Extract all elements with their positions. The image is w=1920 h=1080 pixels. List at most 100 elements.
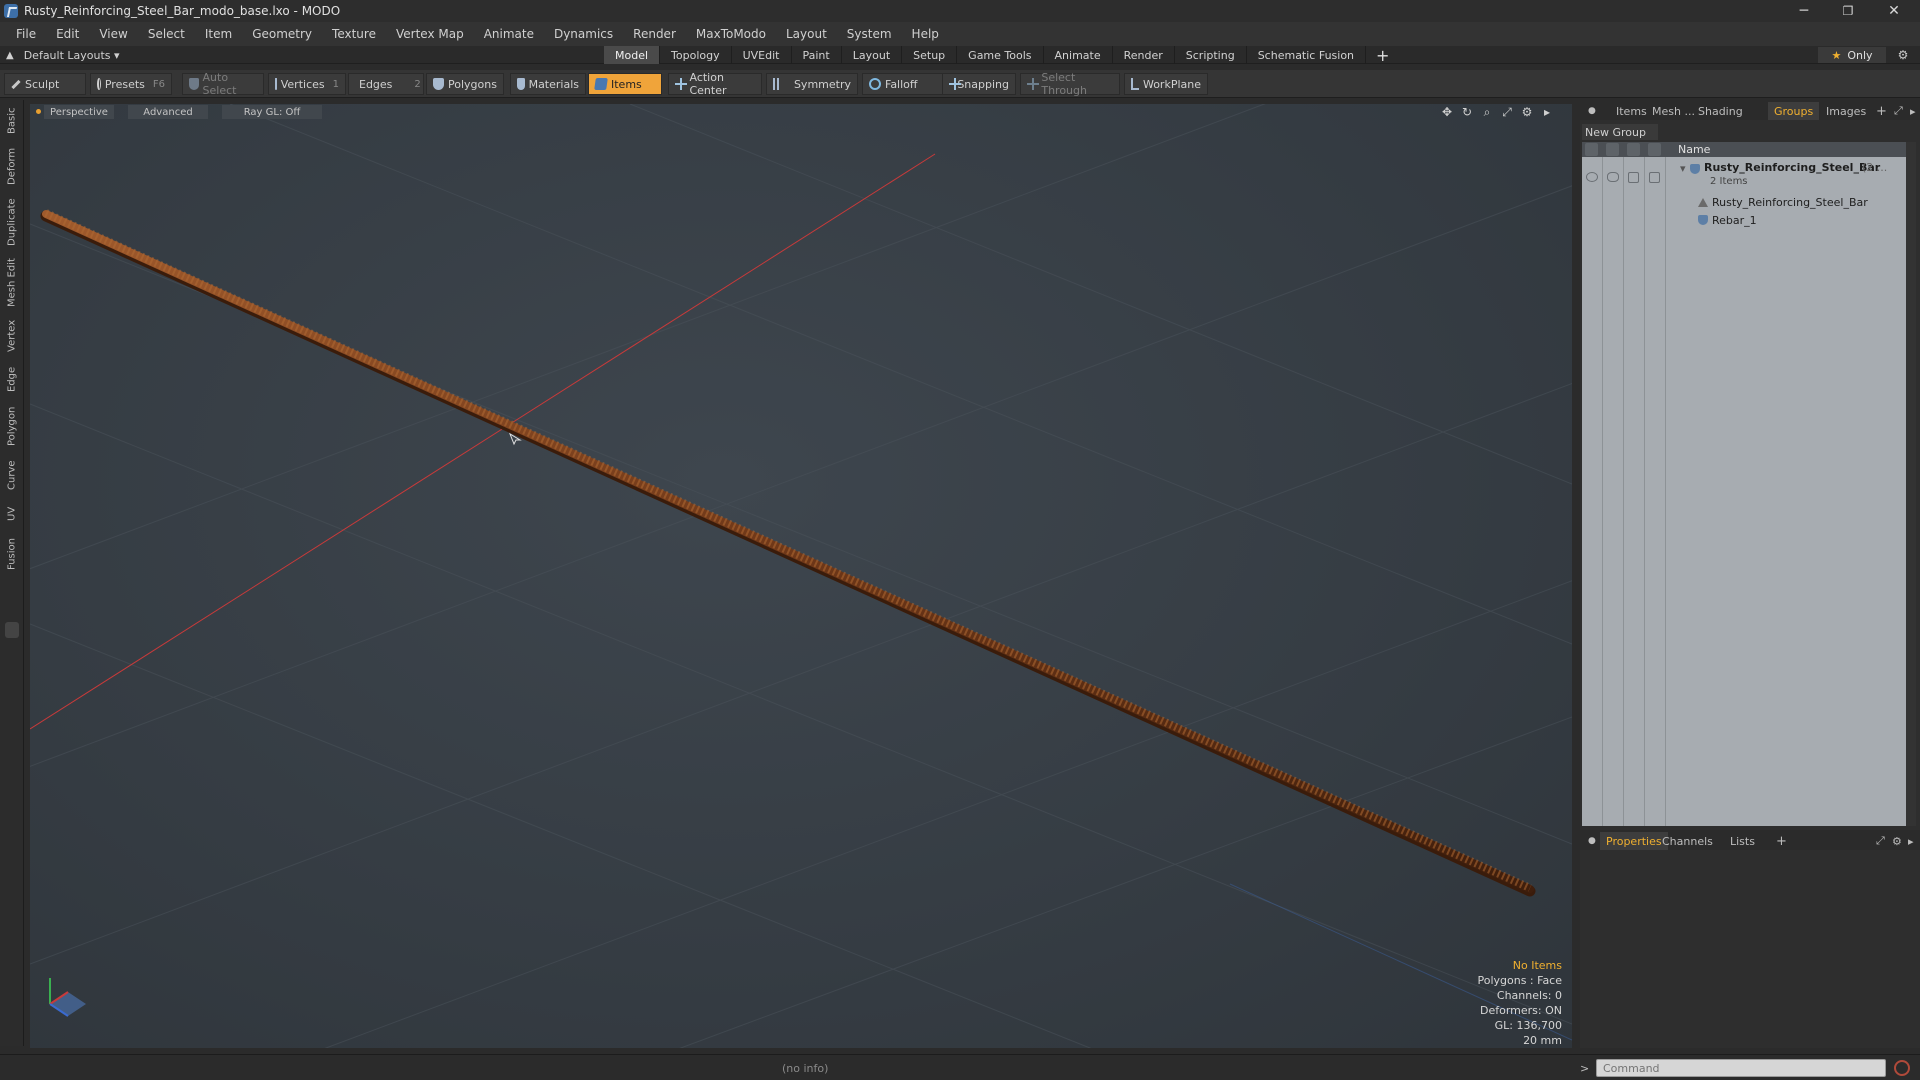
rebar-mesh[interactable] bbox=[40, 209, 1536, 897]
vertices-button[interactable]: Vertices 1 bbox=[268, 73, 346, 95]
tab-channels[interactable]: Channels bbox=[1662, 832, 1713, 850]
polygons-button[interactable]: Polygons bbox=[426, 73, 504, 95]
default-layouts-dropdown[interactable]: Default Layouts ▾ bbox=[24, 49, 120, 62]
menu-layout[interactable]: Layout bbox=[776, 27, 837, 41]
collapse-arrow-icon[interactable]: ▾ bbox=[1680, 162, 1686, 175]
vtab-uv[interactable]: UV bbox=[3, 500, 21, 528]
zoom-icon[interactable]: ⌕ bbox=[1480, 105, 1494, 119]
tab-game-tools[interactable]: Game Tools bbox=[957, 46, 1044, 64]
vtab-basic[interactable]: Basic bbox=[3, 104, 21, 138]
vtab-fusion[interactable]: Fusion bbox=[3, 534, 21, 574]
strip-toggle-button[interactable] bbox=[5, 622, 19, 638]
select-through-button[interactable]: Select Through bbox=[1020, 71, 1120, 97]
properties-arrow-icon[interactable]: ▸ bbox=[1908, 832, 1914, 850]
viewport-arrow-icon[interactable]: ▸ bbox=[1540, 105, 1554, 119]
menu-render[interactable]: Render bbox=[623, 27, 686, 41]
tab-animate[interactable]: Animate bbox=[1044, 46, 1113, 64]
group-child-rebar[interactable]: Rebar_1 bbox=[1712, 214, 1757, 227]
tab-groups[interactable]: Groups bbox=[1768, 102, 1820, 120]
group-child-mesh[interactable]: Rusty_Reinforcing_Steel_Bar bbox=[1712, 196, 1868, 209]
minimize-button[interactable]: ─ bbox=[1782, 0, 1826, 22]
layout-menu-icon[interactable]: ▲ bbox=[6, 50, 14, 61]
lock-checkbox[interactable] bbox=[1628, 172, 1639, 183]
advanced-dropdown[interactable]: Advanced bbox=[128, 105, 208, 119]
expand-panel-icon[interactable]: ⤢ bbox=[1894, 102, 1903, 120]
vtab-duplicate[interactable]: Duplicate bbox=[3, 194, 21, 250]
auto-select-button[interactable]: Auto Select bbox=[182, 71, 264, 97]
lock-column-icon[interactable] bbox=[1627, 143, 1640, 156]
workplane-button[interactable]: WorkPlane bbox=[1124, 73, 1208, 95]
properties-gear-icon[interactable]: ⚙ bbox=[1892, 832, 1902, 850]
vtab-mesh-edit[interactable]: Mesh Edit bbox=[3, 256, 21, 310]
action-center-button[interactable]: Action Center bbox=[668, 71, 762, 97]
group-root-name[interactable]: Rusty_Reinforcing_Steel_Bar bbox=[1704, 161, 1880, 174]
menu-edit[interactable]: Edit bbox=[46, 27, 89, 41]
falloff-button[interactable]: Falloff bbox=[862, 73, 944, 95]
tab-items[interactable]: Items bbox=[1616, 102, 1647, 120]
viewport-menu-dot[interactable] bbox=[36, 109, 41, 114]
add-panel-tab-icon[interactable]: + bbox=[1876, 102, 1887, 120]
menu-select[interactable]: Select bbox=[138, 27, 195, 41]
add-properties-tab-icon[interactable]: + bbox=[1776, 832, 1787, 850]
select-column-icon[interactable] bbox=[1648, 143, 1661, 156]
expand-properties-icon[interactable]: ⤢ bbox=[1876, 832, 1885, 850]
vtab-deform[interactable]: Deform bbox=[3, 144, 21, 188]
tab-model[interactable]: Model bbox=[604, 46, 661, 64]
tab-shading[interactable]: Shading bbox=[1698, 102, 1743, 120]
groups-list-scrollbar[interactable] bbox=[1906, 142, 1916, 826]
close-button[interactable]: ✕ bbox=[1872, 0, 1916, 22]
tab-scripting[interactable]: Scripting bbox=[1175, 46, 1247, 64]
symmetry-button[interactable]: Symmetry bbox=[766, 73, 858, 95]
render-column-icon[interactable] bbox=[1606, 143, 1619, 156]
menu-geometry[interactable]: Geometry bbox=[242, 27, 322, 41]
menu-dynamics[interactable]: Dynamics bbox=[544, 27, 623, 41]
tab-setup[interactable]: Setup bbox=[902, 46, 958, 64]
snapping-button[interactable]: Snapping bbox=[942, 73, 1016, 95]
tab-paint[interactable]: Paint bbox=[792, 46, 842, 64]
tab-layout[interactable]: Layout bbox=[842, 46, 903, 64]
tab-lists[interactable]: Lists bbox=[1730, 832, 1755, 850]
tab-mesh[interactable]: Mesh ... bbox=[1652, 102, 1695, 120]
edges-button[interactable]: Edges 2 bbox=[348, 73, 424, 95]
viewport-gear-icon[interactable]: ⚙ bbox=[1520, 105, 1534, 119]
vtab-curve[interactable]: Curve bbox=[3, 456, 21, 494]
sculpt-button[interactable]: Sculpt bbox=[4, 73, 86, 95]
gear-icon[interactable]: ⚙ bbox=[1894, 46, 1912, 64]
eye-icon[interactable] bbox=[1586, 172, 1598, 182]
menu-view[interactable]: View bbox=[89, 27, 137, 41]
render-toggle-icon[interactable] bbox=[1607, 172, 1619, 182]
panel-dot-icon[interactable]: ● bbox=[1588, 102, 1596, 120]
pan-icon[interactable]: ✥ bbox=[1440, 105, 1454, 119]
properties-dot-icon[interactable]: ● bbox=[1588, 832, 1596, 850]
menu-maxtomodo[interactable]: MaxToModo bbox=[686, 27, 776, 41]
ray-gl-toggle[interactable]: Ray GL: Off bbox=[222, 105, 322, 119]
vtab-edge[interactable]: Edge bbox=[3, 362, 21, 396]
tab-uvedit[interactable]: UVEdit bbox=[732, 46, 792, 64]
items-button[interactable]: Items bbox=[588, 73, 662, 95]
command-clear-icon[interactable] bbox=[1894, 1060, 1910, 1076]
menu-animate[interactable]: Animate bbox=[474, 27, 544, 41]
menu-texture[interactable]: Texture bbox=[322, 27, 386, 41]
new-group-button[interactable]: New Group bbox=[1582, 124, 1658, 140]
perspective-dropdown[interactable]: Perspective bbox=[44, 105, 114, 119]
menu-system[interactable]: System bbox=[837, 27, 902, 41]
tab-render[interactable]: Render bbox=[1113, 46, 1175, 64]
vtab-vertex[interactable]: Vertex bbox=[3, 316, 21, 356]
menu-file[interactable]: File bbox=[6, 27, 46, 41]
tab-schematic-fusion[interactable]: Schematic Fusion bbox=[1247, 46, 1367, 64]
presets-button[interactable]: Presets F6 bbox=[90, 73, 172, 95]
vtab-polygon[interactable]: Polygon bbox=[3, 402, 21, 450]
tab-images[interactable]: Images bbox=[1826, 102, 1866, 120]
fit-icon[interactable]: ⤢ bbox=[1500, 105, 1514, 119]
panel-arrow-icon[interactable]: ▸ bbox=[1910, 102, 1916, 120]
command-input[interactable] bbox=[1596, 1059, 1886, 1077]
select-checkbox[interactable] bbox=[1649, 172, 1660, 183]
only-button[interactable]: ★ Only bbox=[1818, 47, 1886, 63]
rotate-icon[interactable]: ↻ bbox=[1460, 105, 1474, 119]
add-tab-icon[interactable]: + bbox=[1366, 46, 1399, 65]
menu-help[interactable]: Help bbox=[902, 27, 949, 41]
visibility-column-icon[interactable] bbox=[1585, 143, 1598, 156]
menu-item[interactable]: Item bbox=[195, 27, 242, 41]
tab-properties[interactable]: Properties bbox=[1600, 832, 1668, 850]
menu-vertex-map[interactable]: Vertex Map bbox=[386, 27, 474, 41]
